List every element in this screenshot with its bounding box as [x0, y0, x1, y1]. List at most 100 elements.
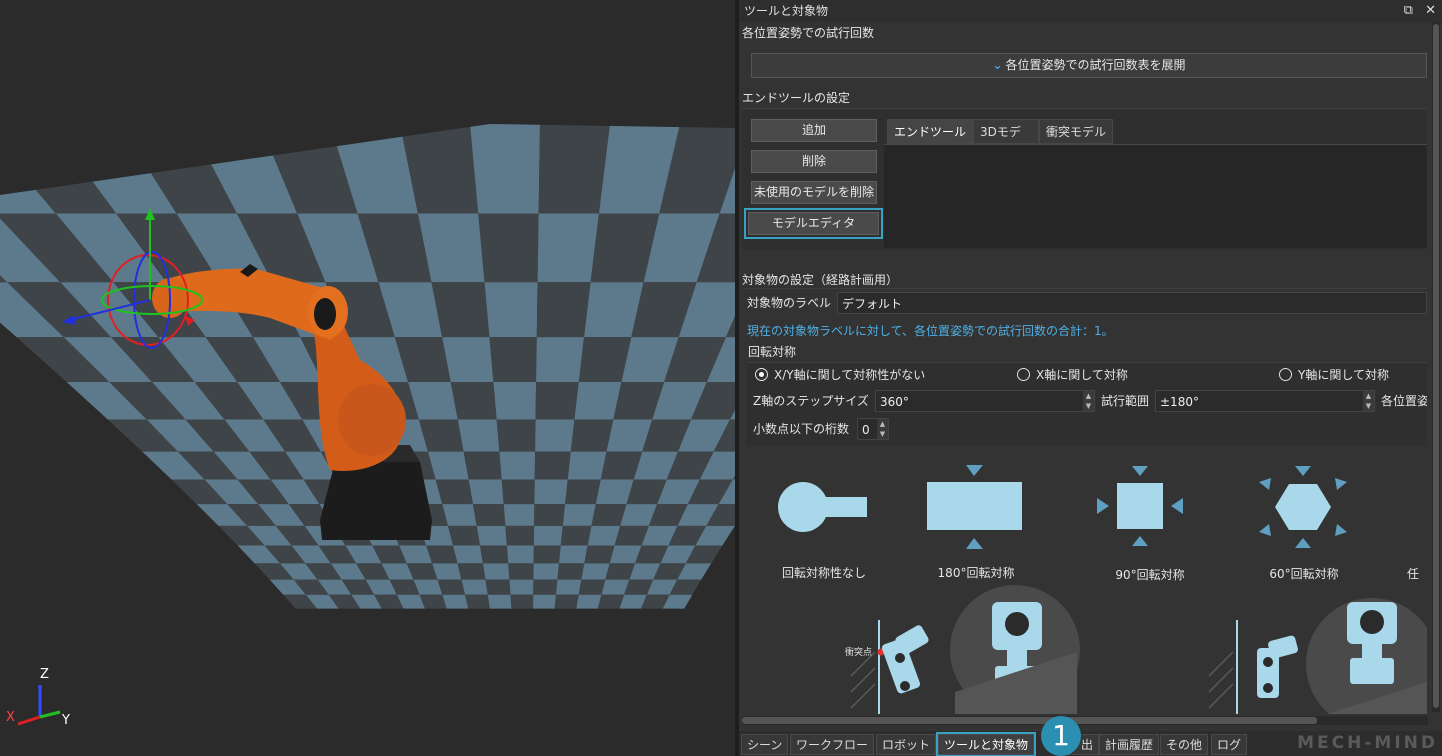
floor-tile	[538, 124, 610, 214]
axis-z-label: Z	[40, 667, 49, 682]
scene-canvas[interactable]: Z Y X	[0, 0, 735, 756]
floor-tile	[536, 282, 591, 338]
decimals-spinner[interactable]: ▲ ▼	[877, 419, 888, 439]
floor-tile	[535, 381, 579, 420]
panel-horizontal-scrollbar[interactable]	[742, 716, 1428, 725]
tab-collision-model[interactable]: 衝突モデル	[1039, 119, 1113, 144]
decimals-label: 小数点以下の桁数	[753, 422, 850, 436]
object-label-select[interactable]: デフォルト	[837, 292, 1427, 314]
collision-point-label: 衝突点	[845, 646, 872, 658]
floor-tile	[450, 381, 497, 420]
tab-3d-model[interactable]: 3Dモデル	[973, 119, 1039, 164]
decimals-input[interactable]: 0 ▲ ▼	[857, 418, 889, 440]
floor-tile	[442, 504, 477, 526]
floor-tile	[478, 213, 539, 283]
watermark-logo: MECH-MIND	[1297, 733, 1438, 753]
panel-title-bar: ツールと対象物 ⧉ ✕	[739, 0, 1442, 22]
panel-vertical-scrollbar[interactable]	[1432, 22, 1440, 712]
label-60-symmetry: 60°回転対称	[1269, 567, 1339, 581]
floor-tile	[457, 563, 486, 580]
floor-tile	[533, 594, 556, 609]
z-step-spinner[interactable]: ▲ ▼	[1083, 391, 1094, 411]
floor-tile	[534, 451, 571, 480]
label-180-symmetry: 180°回転対称	[937, 566, 1015, 580]
close-icon[interactable]: ✕	[1425, 3, 1436, 18]
label-arbitrary-symmetry: 任	[1406, 567, 1419, 581]
radio-unchecked-icon	[1017, 368, 1030, 381]
floor-tile	[442, 594, 469, 609]
vertical-scroll-thumb[interactable]	[1433, 24, 1439, 708]
floor-tile	[487, 594, 512, 609]
floor-tile	[537, 213, 599, 283]
floor-tile	[501, 479, 535, 505]
radio-x-symmetry-label: X軸に関して対称	[1036, 368, 1128, 382]
floor-tile	[499, 451, 536, 480]
floor-tile	[576, 594, 602, 609]
decimals-value: 0	[862, 423, 870, 437]
radio-x-symmetry[interactable]: X軸に関して対称	[1017, 367, 1128, 383]
floor-tile	[448, 525, 480, 546]
floor-tile	[533, 563, 559, 580]
floor-tile	[587, 525, 621, 546]
floor-tile	[565, 479, 601, 505]
radio-y-symmetry-label: Y軸に関して対称	[1298, 368, 1389, 382]
expand-trials-label: 各位置姿勢での試行回数表を展開	[1005, 58, 1186, 72]
tab-tools-and-objects[interactable]: ツールと対象物	[935, 732, 1037, 756]
3d-viewport[interactable]: Z Y X	[0, 0, 735, 756]
floor-tile	[457, 419, 500, 452]
tools-and-objects-panel: ツールと対象物 ⧉ ✕ 各位置姿勢での試行回数 ⌄ 各位置姿勢での試行回数表を展開…	[739, 0, 1442, 756]
symmetry-illustration: 衝突点	[747, 452, 1427, 714]
floor-tile	[505, 525, 535, 546]
floor-tile	[468, 479, 504, 505]
tab-end-tool[interactable]: エンドツール	[887, 119, 973, 144]
radio-no-symmetry[interactable]: X/Y軸に関して対称性がない	[755, 367, 925, 383]
end-tool-section-label: エンドツールの設定	[742, 91, 851, 105]
delete-button[interactable]: 削除	[751, 150, 877, 173]
floor-tile	[484, 282, 538, 338]
floor-tile	[493, 381, 537, 420]
end-tool-list[interactable]	[884, 144, 1427, 248]
floor-tile	[503, 504, 535, 526]
trials-total-info: 現在の対象物ラベルに対して、各位置姿勢での試行回数の合計：1。	[747, 324, 1114, 338]
floor-tile	[570, 419, 614, 452]
tab-log[interactable]: ログ	[1211, 734, 1248, 755]
callout-badge-1: 1	[1041, 716, 1081, 756]
z-step-label: Z軸のステップサイズ	[753, 394, 869, 408]
z-step-input[interactable]: 360° ▲ ▼	[875, 390, 1095, 412]
tab-plan-history[interactable]: 計画履歴	[1099, 734, 1160, 755]
floor-tile	[480, 545, 509, 564]
delete-unused-models-button[interactable]: 未使用のモデルを削除	[751, 181, 877, 204]
floor-tile	[574, 381, 622, 420]
tab-workflow[interactable]: ワークフロー	[790, 734, 875, 755]
radio-y-symmetry[interactable]: Y軸に関して対称	[1279, 367, 1389, 383]
tab-others[interactable]: その他	[1160, 734, 1209, 755]
axis-y-label: Y	[61, 713, 70, 728]
floor-tile	[482, 563, 510, 580]
trials-section-label: 各位置姿勢での試行回数	[742, 26, 875, 40]
panel-title: ツールと対象物	[744, 4, 829, 18]
floor-tile	[463, 451, 502, 480]
floor-tile	[506, 545, 534, 564]
trial-range-input[interactable]: ±180° ▲ ▼	[1155, 390, 1375, 412]
floor-tile	[533, 579, 558, 595]
add-button[interactable]: 追加	[751, 119, 877, 142]
floor-tile	[453, 545, 483, 564]
model-editor-button[interactable]: モデルエディタ	[744, 208, 883, 239]
chevron-down-icon: ⌄	[992, 58, 1003, 72]
floor-tile	[567, 451, 607, 480]
floor-tile	[509, 579, 534, 595]
tab-scene[interactable]: シーン	[741, 734, 789, 755]
expand-trials-button[interactable]: ⌄ 各位置姿勢での試行回数表を展開	[751, 53, 1427, 78]
tab-robot[interactable]: ロボット	[876, 734, 937, 755]
floor-tile	[510, 594, 534, 609]
restore-icon[interactable]: ⧉	[1404, 3, 1413, 18]
floor-tile	[437, 579, 466, 595]
floor-tile	[534, 504, 566, 526]
trial-range-spinner[interactable]: ▲ ▼	[1363, 391, 1374, 411]
floor-tile	[535, 419, 575, 452]
floor-tile	[461, 579, 488, 595]
floor-tile	[554, 594, 579, 609]
floor-tile	[536, 337, 585, 382]
floor-tile	[584, 545, 615, 564]
horizontal-scroll-thumb[interactable]	[742, 717, 1317, 724]
